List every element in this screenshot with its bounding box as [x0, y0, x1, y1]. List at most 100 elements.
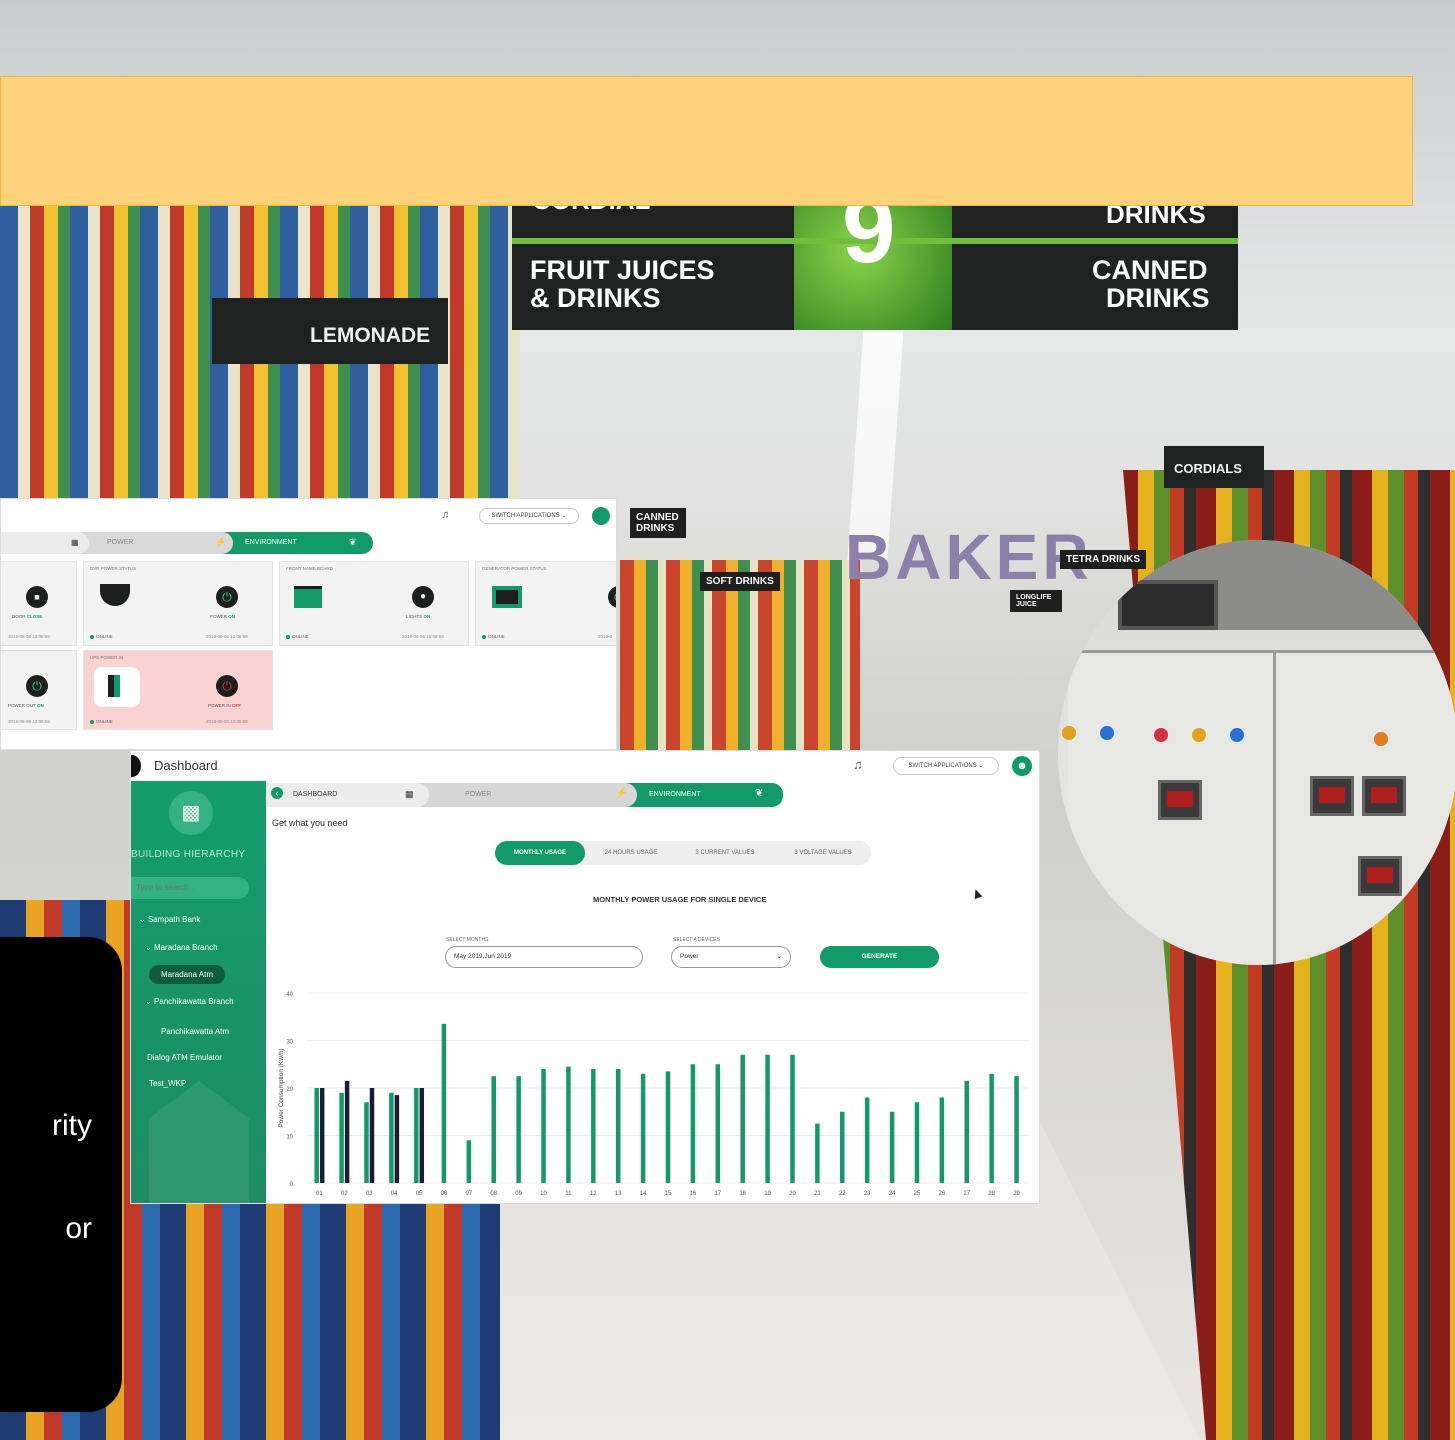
yellow-banner — [0, 76, 1413, 206]
switch-applications-label: SWITCH APPLICATIONS — [908, 763, 977, 769]
mouse-cursor-icon — [971, 887, 983, 900]
tab-current-values[interactable]: 3 CURRENT VALUES — [677, 841, 773, 865]
x-tick-label: 29 — [1013, 1191, 1020, 1197]
online-status: ONLINE — [90, 719, 113, 724]
tab-monthly-usage[interactable]: MONTHLY USAGE — [495, 841, 585, 865]
x-tick-label: 08 — [490, 1191, 497, 1197]
online-label: ONLINE — [292, 634, 309, 639]
monthly-usage-chart: 0 10 20 30 40 Power Consumption (Kw/h) 01 02 03 0… — [278, 992, 1029, 1197]
bell-icon[interactable]: ♫ — [441, 509, 453, 521]
sign-cordials: CORDIALS — [1164, 446, 1264, 488]
user-icon[interactable] — [592, 507, 610, 525]
camera-icon — [100, 584, 130, 606]
chart-title: MONTHLY POWER USAGE FOR SINGLE DEVICE — [593, 895, 767, 904]
page-title: Dashboard — [154, 758, 218, 773]
select-device-dropdown[interactable]: Power ⌄ — [671, 946, 791, 968]
x-tick-label: 13 — [615, 1191, 622, 1197]
tree-item[interactable]: Test_WKP — [149, 1079, 186, 1088]
indicator-light — [1100, 726, 1114, 740]
shot1-header: ♫ SWITCH APPLICATIONS ⌄ — [1, 499, 616, 531]
back-chevron-icon[interactable]: ‹ — [271, 787, 283, 799]
tab-power-label: POWER — [465, 791, 492, 798]
online-label: ONLINE — [488, 634, 505, 639]
generate-button[interactable]: GENERATE — [820, 946, 939, 968]
bar — [394, 1095, 400, 1183]
tree-item-label: Maradana Branch — [153, 943, 218, 952]
bar — [815, 1123, 820, 1183]
front-name-board-card[interactable]: FRONT NAME BOARD ● LIGHTS ON ONLINE 2019… — [279, 561, 469, 646]
tree-item-selected[interactable]: Maradana Atm — [149, 965, 226, 984]
tree-item[interactable]: Panchikawatta Atm — [161, 1027, 229, 1036]
bulb-icon: ● — [412, 586, 434, 608]
user-icon[interactable]: ☻ — [1012, 756, 1032, 776]
panel-meter — [1358, 856, 1402, 896]
x-tick-label: 21 — [814, 1191, 821, 1197]
bar — [566, 1066, 571, 1183]
x-tick-label: 17 — [714, 1191, 721, 1197]
bar — [690, 1064, 696, 1183]
y-tick-label: 0 — [290, 1182, 294, 1188]
dvr-power-card[interactable]: DVR POWER STATUS ⏻ POWER ON ONLINE 2019-… — [83, 561, 273, 646]
power-out-state: ON — [36, 703, 44, 708]
x-tick-label: 28 — [988, 1191, 995, 1197]
power-icon: ⏻ — [216, 675, 238, 697]
tab-voltage-values[interactable]: 3 VOLTAGE VALUES — [775, 841, 871, 865]
bell-icon[interactable]: ♫ — [853, 757, 863, 772]
bar — [889, 1111, 895, 1183]
switch-applications-button[interactable]: SWITCH APPLICATIONS ⌄ — [479, 508, 579, 524]
select-months-field[interactable]: May 2019,Jun 2019 — [445, 946, 643, 968]
tab-environment-label: ENVIRONMENT — [649, 791, 701, 798]
y-tick-label: 40 — [286, 992, 293, 998]
panel-meter — [1362, 776, 1406, 816]
x-tick-label: 06 — [441, 1191, 448, 1197]
tree-item[interactable]: ⌄ Panchikawatta Branch — [145, 997, 234, 1006]
sign-longlife: LONGLIFE JUICE — [1010, 590, 1062, 612]
shot1-breadcrumb: ENVIRONMENT ❦ POWER ⚡ ▦ — [1, 532, 381, 554]
tab-24-hours-usage[interactable]: 24 HOURS USAGE — [587, 841, 675, 865]
wall-monitor — [1118, 580, 1218, 630]
door-card[interactable]: ■ DOOR CLOSE 2019-06-06 13:08:59 — [1, 561, 77, 646]
sign-canned-small: CANNED DRINKS — [630, 508, 686, 538]
x-tick-label: 22 — [839, 1191, 846, 1197]
x-tick-label: 15 — [665, 1191, 672, 1197]
indicator-light — [1374, 732, 1388, 746]
search-input[interactable] — [131, 877, 249, 899]
sign-soft-drinks: SOFT DRINKS — [700, 572, 780, 591]
select-device-label: SELECT A DEVICES — [673, 937, 720, 943]
indicator-light — [1062, 726, 1076, 740]
card-title: UPS POWER IN — [90, 655, 124, 660]
sign-canned-2: DRINKS — [1106, 283, 1210, 313]
bar — [939, 1097, 945, 1183]
online-label: ONLINE — [96, 634, 113, 639]
switch-applications-button[interactable]: SWITCH APPLICATIONS ⌄ — [893, 757, 999, 775]
bar — [615, 1069, 621, 1183]
power-out-card[interactable]: ⏻ POWER OUT ON 2019-06-06 13:08:59 — [1, 650, 77, 730]
generator-power-card[interactable]: GENERATOR POWER STATUS ⏻ ONLINE 2019-0 — [475, 561, 616, 646]
dashboard-header: Dashboard ♫ SWITCH APPLICATIONS ⌄ ☻ — [131, 751, 1039, 781]
bar — [419, 1088, 425, 1183]
ups-power-in-card[interactable]: UPS POWER IN ⏻ POWER IN OFF ONLINE 2019-… — [83, 650, 273, 730]
lights-status: LIGHTS ON — [406, 614, 430, 619]
power-out-status: POWER OUT ON — [8, 703, 44, 708]
y-tick-label: 20 — [286, 1087, 293, 1093]
timestamp: 2019-0 — [598, 634, 613, 639]
power-icon: ⏻ — [26, 675, 48, 697]
power-in-status: POWER IN OFF — [208, 703, 241, 708]
x-tick-label: 11 — [565, 1191, 572, 1197]
status-dot — [482, 634, 486, 639]
tab-dashboard[interactable]: DASHBOARD ▦ — [267, 783, 429, 807]
lights-state: ON — [423, 614, 431, 619]
sign-bake: BAKER — [845, 521, 1093, 593]
tree-item[interactable]: Dialog ATM Emulator — [147, 1053, 222, 1062]
power-in-state: OFF — [232, 703, 242, 708]
tree-item-label: Sampath Bank — [147, 915, 201, 924]
timestamp: 2019-06-06 13:08:59 — [402, 634, 444, 639]
tree-item[interactable]: ⌄ Maradana Branch — [145, 943, 218, 952]
subtitle: Get what you need — [272, 818, 348, 828]
text-panel: rity or — [0, 937, 122, 1412]
select-device-value: Power — [680, 953, 699, 960]
tab-dashboard[interactable]: ▦ — [1, 532, 89, 554]
door-label: DOOR — [12, 614, 26, 619]
chevron-down-icon: ⌄ — [776, 953, 782, 960]
tree-item[interactable]: ⌄ Sampath Bank — [139, 915, 200, 924]
